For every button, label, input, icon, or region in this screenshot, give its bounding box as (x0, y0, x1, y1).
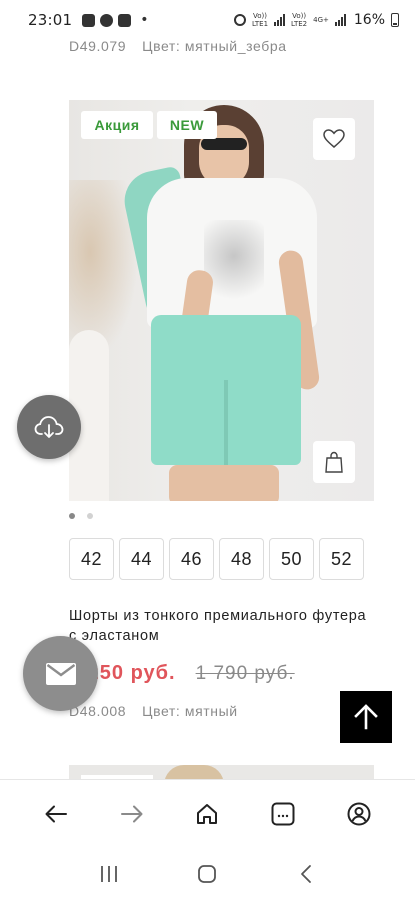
previous-product-meta: D49.079 Цвет: мятный_зебра (69, 38, 287, 54)
home-circle-icon (198, 864, 217, 883)
image-carousel-dots (69, 513, 93, 519)
mail-button[interactable] (23, 636, 98, 711)
tabs-icon (271, 802, 295, 825)
scroll-to-top-button[interactable] (340, 691, 392, 743)
back-arrow-icon (45, 805, 67, 822)
photo-tshirt-print (204, 220, 264, 310)
size-option[interactable]: 42 (69, 538, 114, 580)
browser-back-button[interactable] (34, 792, 78, 836)
browser-home-button[interactable] (185, 792, 229, 836)
sale-badge: Акция (81, 111, 153, 139)
arrow-up-icon (354, 704, 378, 730)
network-2: Vo)) LTE2 (291, 12, 307, 28)
carousel-dot-2[interactable] (87, 513, 93, 519)
status-time: 23:01 (28, 11, 73, 29)
product-image[interactable]: Акция NEW (69, 100, 374, 501)
size-selector: 42 44 46 48 50 52 (69, 538, 364, 580)
browser-profile-button[interactable] (337, 792, 381, 836)
product-meta: D48.008 Цвет: мятный (69, 703, 238, 719)
system-navigation-bar (0, 847, 415, 900)
previous-product-sku: D49.079 (69, 38, 127, 54)
photo-legs (169, 465, 279, 501)
size-option[interactable]: 46 (169, 538, 214, 580)
home-icon (197, 803, 218, 824)
notification-icons: • (82, 12, 149, 28)
alarm-icon (233, 14, 246, 26)
browser-forward-button[interactable] (110, 792, 154, 836)
system-home-button[interactable] (187, 854, 227, 894)
size-option[interactable]: 44 (119, 538, 164, 580)
youtube-icon (118, 13, 132, 27)
recent-apps-button[interactable] (89, 854, 129, 894)
photo-shorts-seam (224, 380, 228, 465)
cloud-download-button[interactable] (17, 395, 81, 459)
battery-percent: 16% (353, 12, 385, 28)
cloud-download-icon (34, 416, 64, 438)
whatsapp-icon (100, 13, 114, 27)
price-row: 1 250 руб. 1 790 руб. (69, 662, 295, 685)
status-bar: 23:01 • Vo)) LTE1 Vo)) LTE2 4G+ 16% (0, 0, 415, 40)
heart-icon (323, 129, 345, 148)
system-back-button[interactable] (286, 854, 326, 894)
previous-product-color: Цвет: мятный_зебра (142, 38, 287, 54)
browser-tabs-button[interactable] (261, 792, 305, 836)
network-1-lte: LTE1 (251, 20, 269, 28)
network-1-vo: Vo)) (252, 12, 267, 20)
signal-1-icon (274, 14, 286, 26)
photo-sunglasses (201, 138, 247, 150)
network-2-lte: LTE2 (291, 20, 308, 28)
shopping-bag-icon (325, 451, 343, 473)
battery-icon (391, 13, 399, 27)
network-1: Vo)) LTE1 (252, 12, 268, 28)
image-icon (82, 13, 96, 27)
favorite-button[interactable] (313, 118, 355, 160)
network-2-vo: Vo)) (292, 12, 307, 20)
mail-icon (45, 662, 76, 685)
profile-icon (347, 802, 371, 825)
notification-dot: • (140, 12, 149, 28)
recent-apps-icon (101, 865, 118, 882)
forward-arrow-icon (120, 805, 143, 822)
signal-2-icon (334, 14, 346, 26)
status-right: Vo)) LTE1 Vo)) LTE2 4G+ 16% (233, 12, 399, 28)
network-2-tag: 4G+ (313, 16, 329, 24)
price-old: 1 790 руб. (195, 663, 295, 684)
size-option[interactable]: 48 (219, 538, 264, 580)
back-chevron-icon (300, 864, 311, 883)
network-2-type: 4G+ (313, 16, 329, 24)
product-color: Цвет: мятный (142, 703, 238, 719)
product-name[interactable]: Шорты из тонкого премиального футера с э… (69, 606, 369, 646)
new-badge: NEW (157, 111, 217, 139)
size-option[interactable]: 52 (319, 538, 364, 580)
add-to-cart-button[interactable] (313, 441, 355, 483)
carousel-dot-1[interactable] (69, 513, 75, 519)
browser-toolbar (0, 779, 415, 847)
size-option[interactable]: 50 (269, 538, 314, 580)
